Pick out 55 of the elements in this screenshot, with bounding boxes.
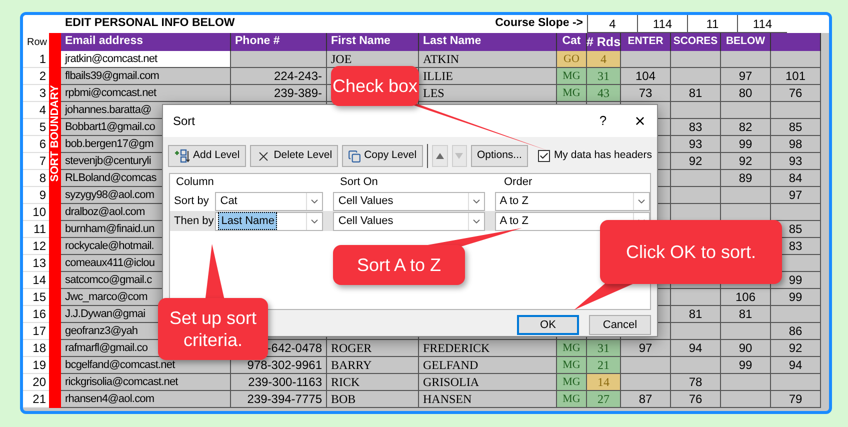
table-cell: MG xyxy=(557,374,587,390)
table-cell: 21 xyxy=(587,357,621,373)
delete-level-button[interactable]: Delete Level xyxy=(250,145,338,167)
table-cell: MG xyxy=(557,340,587,356)
checkbox[interactable] xyxy=(538,150,550,162)
table-cell: 27 xyxy=(587,391,621,407)
table-cell: MG xyxy=(557,85,587,101)
help-button[interactable]: ? xyxy=(593,111,613,131)
row-header: Row xyxy=(26,36,48,50)
boundary-label: SORT BOUNDARY xyxy=(49,85,61,182)
column-header: BELOW xyxy=(726,34,766,50)
slope-label: Course Slope -> xyxy=(495,16,583,32)
column-header: # Rds xyxy=(586,34,621,51)
close-button[interactable]: × xyxy=(627,112,653,130)
sort-add-icon xyxy=(174,149,190,163)
callout: Set up sort criteria. xyxy=(158,298,268,360)
table-cell: GO xyxy=(557,51,587,67)
ok-button[interactable]: OK xyxy=(517,315,579,335)
down-triangle-icon xyxy=(455,153,464,159)
table-cell: 31 xyxy=(587,68,621,84)
callout: Check box xyxy=(331,66,419,106)
column-header: Email address xyxy=(65,34,143,50)
column-header: ENTER xyxy=(628,34,664,50)
callout: Sort A to Z xyxy=(333,245,465,285)
table-cell: MG xyxy=(557,391,587,407)
column-select[interactable]: Cat xyxy=(215,192,324,210)
table-cell: 43 xyxy=(587,85,621,101)
copy-icon xyxy=(348,150,362,162)
sort-level-row[interactable]: Then by Last Name Cell Values A to Z xyxy=(170,211,650,231)
table-cell: jratkin@comcast.net xyxy=(61,51,231,67)
cancel-button[interactable]: Cancel xyxy=(589,315,651,335)
sort-on-select[interactable]: Cell Values xyxy=(333,212,485,230)
column-header: First Name xyxy=(331,34,390,50)
column-header: Last Name xyxy=(423,34,482,50)
check-icon xyxy=(538,151,549,161)
checkbox-label: My data has headers xyxy=(554,148,652,164)
table-cell: 31 xyxy=(587,340,621,356)
table-cell: 14 xyxy=(587,374,621,390)
column-heading: Sort On xyxy=(339,175,379,190)
column-header: Cat xyxy=(562,34,581,50)
move-up-button[interactable] xyxy=(432,145,448,167)
options-button[interactable]: Options... xyxy=(470,145,528,167)
table-cell: MG xyxy=(557,357,587,373)
up-triangle-icon xyxy=(436,153,444,159)
order-select[interactable]: A to Z xyxy=(494,192,650,210)
sort-on-select[interactable]: Cell Values xyxy=(333,192,485,210)
column-header: SCORES xyxy=(673,34,718,50)
add-level-button[interactable]: Add Level xyxy=(168,145,246,167)
sheet-title: EDIT PERSONAL INFO BELOW xyxy=(64,16,235,32)
column-header: Phone # xyxy=(235,34,280,50)
table-cell: MG xyxy=(557,68,587,84)
copy-level-button[interactable]: Copy Level xyxy=(342,145,423,167)
column-heading: Order xyxy=(503,175,532,190)
table-cell: 4 xyxy=(587,51,621,67)
column-select[interactable]: Last Name xyxy=(215,212,324,230)
